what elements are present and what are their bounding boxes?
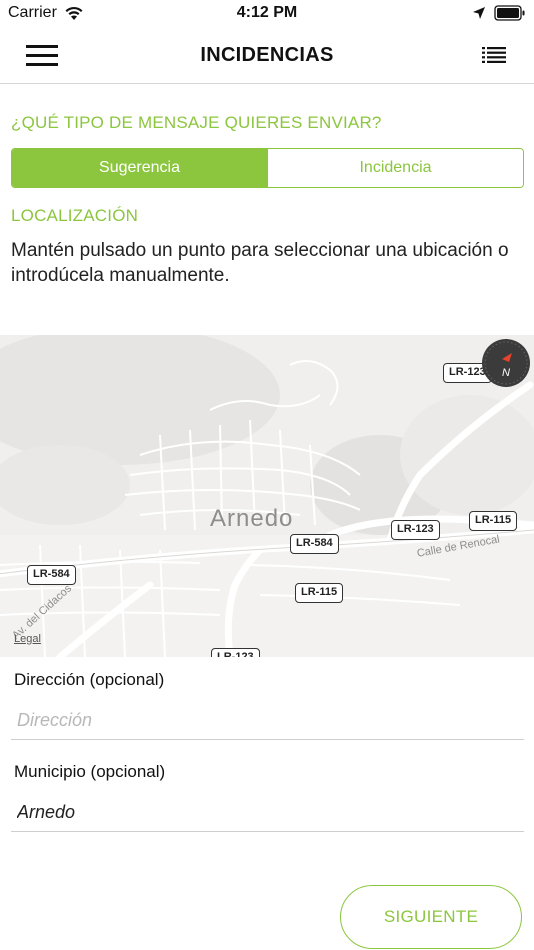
segment-sugerencia[interactable]: Sugerencia [12, 149, 267, 187]
road-sign: LR-123 [211, 648, 260, 657]
map-view[interactable]: Arnedo Calle de Renocal Av. del Cidacos … [0, 335, 534, 657]
road-sign: LR-115 [295, 583, 344, 603]
clock: 4:12 PM [236, 4, 298, 21]
address-label: Dirección (opcional) [14, 670, 165, 689]
segment-incidencia[interactable]: Incidencia [267, 149, 523, 187]
page-title: INCIDENCIAS [200, 44, 334, 66]
map-city-label: Arnedo [210, 505, 294, 532]
municipality-input[interactable] [17, 798, 523, 826]
map-background [0, 335, 534, 657]
road-sign: LR-584 [290, 534, 339, 554]
message-type-segmented-control: Sugerencia Incidencia [11, 148, 524, 188]
next-button[interactable]: SIGUIENTE [340, 885, 522, 949]
address-underline [11, 739, 524, 740]
location-help-text: Mantén pulsado un punto para seleccionar… [11, 240, 509, 286]
municipality-underline [11, 831, 524, 832]
map-legal-link[interactable]: Legal [14, 633, 41, 645]
location-arrow-icon [473, 7, 485, 19]
address-input[interactable] [17, 706, 523, 734]
status-bar: Carrier 4:12 PM [0, 0, 534, 28]
location-heading: LOCALIZACIÓN [11, 206, 139, 225]
compass-icon[interactable]: N [482, 339, 530, 387]
navigation-bar: INCIDENCIAS [0, 28, 534, 84]
road-sign: LR-584 [27, 565, 76, 585]
message-type-heading: ¿QUÉ TIPO DE MENSAJE QUIERES ENVIAR? [11, 113, 382, 132]
battery-icon [494, 5, 525, 21]
list-icon[interactable] [482, 46, 506, 64]
compass-letter: N [502, 367, 510, 379]
municipality-label: Municipio (opcional) [14, 762, 166, 781]
road-sign: LR-115 [469, 511, 518, 531]
road-sign: LR-123 [391, 520, 440, 540]
